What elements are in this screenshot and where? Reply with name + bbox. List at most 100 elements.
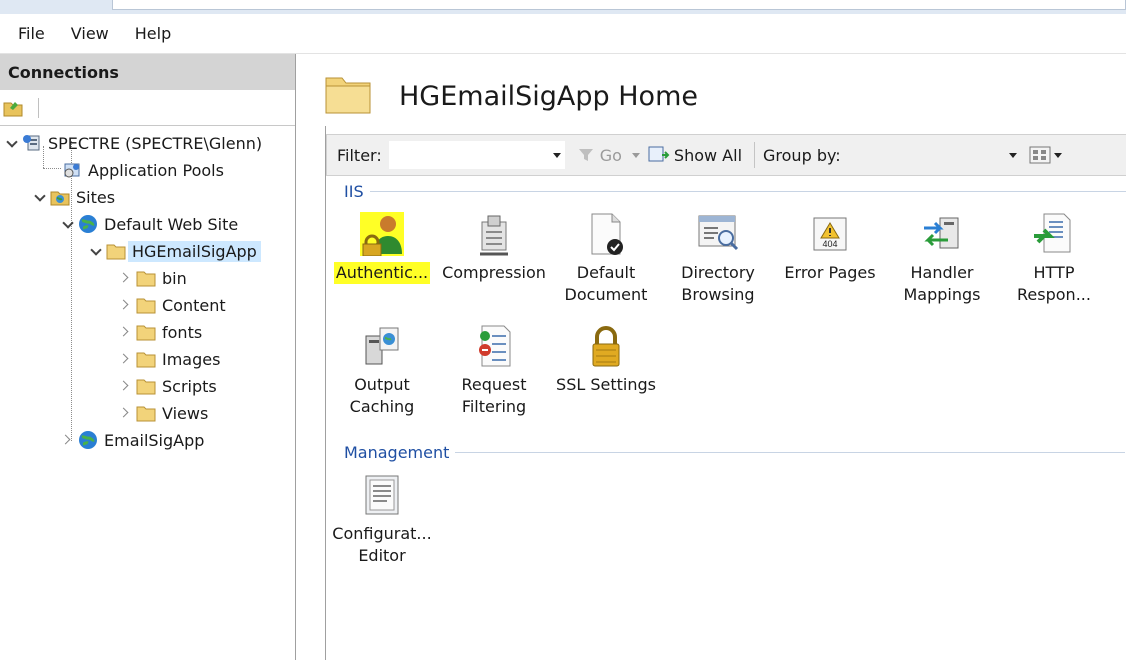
request-filtering-icon	[479, 325, 511, 367]
tree-folder-images[interactable]: Images	[120, 346, 220, 372]
application-pools-icon	[62, 160, 82, 180]
error-pages-icon: 404	[813, 217, 847, 251]
show-all-icon	[648, 146, 670, 162]
output-caching-icon	[365, 327, 399, 365]
filter-bar: Filter: Go Show All Group by:	[326, 134, 1126, 176]
feature-label: HTTP Respon...	[1017, 263, 1091, 304]
chevron-right-icon[interactable]	[120, 326, 132, 338]
feature-label: Error Pages	[784, 263, 876, 282]
chevron-right-icon[interactable]	[120, 272, 132, 284]
toolbar-separator	[38, 98, 39, 118]
feature-configuration-editor[interactable]: Configurat... Editor	[326, 473, 438, 567]
globe-icon	[78, 430, 98, 450]
folder-large-icon	[325, 74, 371, 118]
chevron-right-icon[interactable]	[62, 434, 74, 446]
feature-error-pages[interactable]: 404 Error Pages	[774, 212, 886, 284]
show-all-button[interactable]: Show All	[648, 145, 742, 165]
folder-icon	[136, 376, 156, 396]
tree-folder-scripts[interactable]: Scripts	[120, 373, 217, 399]
feature-compression[interactable]: Compression	[438, 212, 550, 284]
connections-pane: Connections SPECTRE (SPECTRE\Glenn) Appl…	[0, 54, 296, 660]
group-by-label: Group by:	[763, 145, 841, 165]
server-icon	[22, 133, 42, 153]
globe-icon	[78, 214, 98, 234]
svg-text:404: 404	[822, 239, 837, 249]
address-strip	[112, 0, 1126, 10]
filter-label: Filter:	[337, 145, 382, 165]
tree-label-folder: Content	[162, 295, 226, 315]
tree-folder-bin[interactable]: bin	[120, 265, 187, 291]
tree-label-app: HGEmailSigApp	[128, 240, 261, 262]
folder-icon	[106, 241, 126, 261]
menu-view[interactable]: View	[63, 24, 117, 43]
feature-label: Request Filtering	[461, 375, 527, 416]
chevron-down-icon[interactable]	[6, 137, 18, 149]
feature-label: SSL Settings	[556, 375, 656, 394]
folder-icon	[136, 268, 156, 288]
feature-label: Directory Browsing	[681, 263, 755, 304]
filter-input[interactable]	[387, 140, 566, 170]
chevron-down-icon[interactable]	[552, 152, 561, 158]
tree-label-sites: Sites	[76, 187, 116, 207]
chevron-right-icon[interactable]	[120, 299, 132, 311]
chevron-down-icon[interactable]	[34, 191, 46, 203]
group-header-iis: IIS	[344, 182, 1126, 201]
handler-mappings-icon	[924, 217, 959, 249]
features-pane: HGEmailSigApp Home Filter: Go Show All G…	[305, 54, 1126, 660]
go-button[interactable]: Go	[578, 146, 622, 165]
chevron-right-icon[interactable]	[120, 407, 132, 419]
configuration-editor-icon	[365, 475, 399, 515]
folder-icon	[136, 295, 156, 315]
tree-app-pools[interactable]: Application Pools	[62, 157, 224, 183]
tree-default-site[interactable]: Default Web Site	[62, 211, 238, 237]
feature-http-response-headers[interactable]: HTTP Respon...	[998, 212, 1110, 306]
feature-ssl-settings[interactable]: SSL Settings	[550, 324, 662, 396]
funnel-icon	[578, 149, 593, 161]
feature-default-document[interactable]: Default Document	[550, 212, 662, 306]
menu-file[interactable]: File	[10, 24, 53, 43]
feature-authentication[interactable]: Authentic...	[326, 212, 438, 284]
chevron-down-icon[interactable]	[62, 218, 74, 230]
tree-label-folder: Views	[162, 403, 209, 423]
go-dropdown-icon[interactable]	[631, 152, 640, 158]
feature-directory-browsing[interactable]: Directory Browsing	[662, 212, 774, 306]
tree-folder-fonts[interactable]: fonts	[120, 319, 202, 345]
tree-label-default-site: Default Web Site	[104, 214, 239, 234]
page-header: HGEmailSigApp Home	[325, 74, 698, 118]
group-title: IIS	[344, 182, 364, 201]
feature-handler-mappings[interactable]: Handler Mappings	[886, 212, 998, 306]
tree-label-other-site: EmailSigApp	[104, 430, 205, 450]
chevron-right-icon[interactable]	[120, 380, 132, 392]
view-mode-button[interactable]	[1029, 146, 1062, 164]
tree-app-selected[interactable]: HGEmailSigApp	[90, 238, 261, 264]
chevron-down-icon[interactable]	[1008, 152, 1017, 158]
chevron-down-icon[interactable]	[90, 245, 102, 257]
menu-help[interactable]: Help	[127, 24, 179, 43]
feature-label: Output Caching	[349, 375, 415, 416]
chevron-down-icon[interactable]	[1053, 152, 1062, 158]
chevron-right-icon[interactable]	[120, 353, 132, 365]
feature-label: Handler Mappings	[903, 263, 981, 304]
folder-icon	[136, 349, 156, 369]
tree-sites[interactable]: Sites	[34, 184, 115, 210]
show-all-label: Show All	[673, 145, 743, 165]
group-divider	[455, 452, 1126, 453]
group-by-select[interactable]	[841, 140, 1021, 170]
tree-server[interactable]: SPECTRE (SPECTRE\Glenn)	[6, 130, 262, 156]
connect-icon[interactable]	[2, 96, 24, 118]
feature-label: Configurat... Editor	[332, 524, 432, 565]
directory-browsing-icon	[698, 215, 739, 251]
tree-folder-views[interactable]: Views	[120, 400, 208, 426]
connections-header: Connections	[0, 54, 295, 90]
sites-folder-icon	[50, 187, 70, 207]
tree-folder-content[interactable]: Content	[120, 292, 226, 318]
padlock-icon	[592, 326, 620, 367]
go-label: Go	[599, 145, 622, 165]
feature-output-caching[interactable]: Output Caching	[326, 324, 438, 418]
compression-icon	[480, 215, 508, 256]
http-response-headers-icon	[1034, 213, 1071, 253]
tree-other-site[interactable]: EmailSigApp	[62, 427, 204, 453]
feature-label: Default Document	[564, 263, 648, 304]
feature-label: Authentic...	[333, 262, 431, 284]
feature-request-filtering[interactable]: Request Filtering	[438, 324, 550, 418]
